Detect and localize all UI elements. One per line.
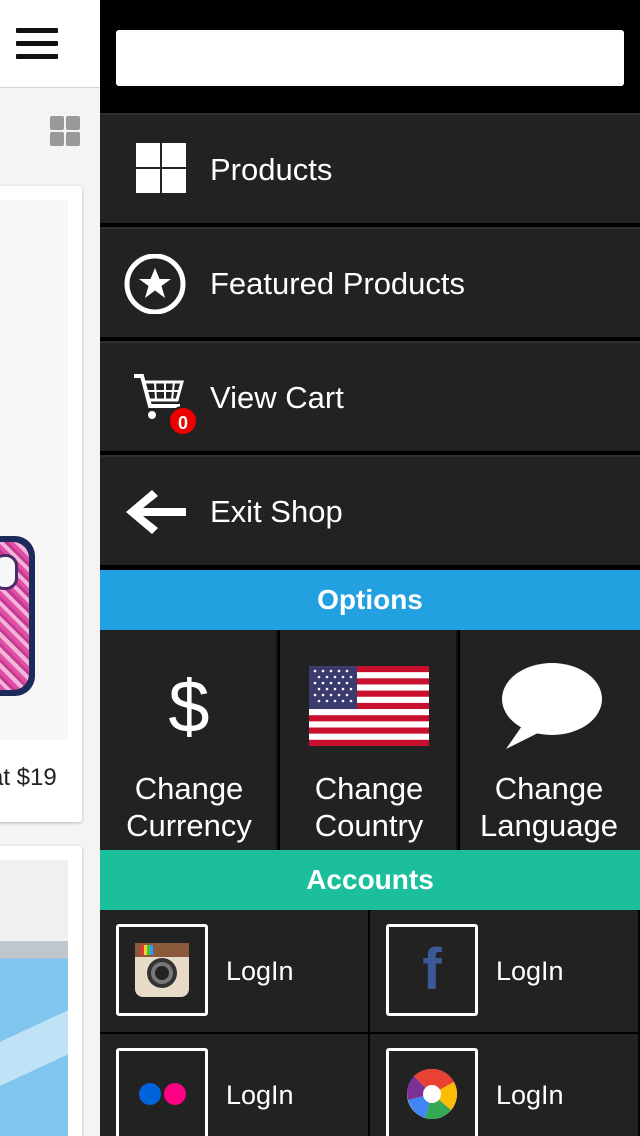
dollar-icon: $ xyxy=(168,664,210,748)
instagram-icon xyxy=(116,924,208,1016)
top-bar xyxy=(0,0,100,88)
option-label: Change Country xyxy=(314,771,424,843)
grid-icon xyxy=(122,140,186,200)
grid-view-icon[interactable] xyxy=(50,116,80,146)
picasa-login-button[interactable]: LogIn xyxy=(370,1034,638,1136)
product-card[interactable] xyxy=(0,846,82,1136)
login-label: LogIn xyxy=(226,1080,294,1110)
login-label: LogIn xyxy=(496,1080,564,1110)
options-header: Options xyxy=(100,570,640,630)
menu-item-label: Featured Products xyxy=(210,266,466,301)
menu-item-products[interactable]: Products xyxy=(100,113,640,223)
background-page: at $19 xyxy=(0,0,100,1136)
flickr-login-button[interactable]: LogIn xyxy=(100,1034,368,1136)
product-price: at $19 xyxy=(0,764,57,791)
menu-item-view-cart[interactable]: 0 View Cart xyxy=(100,341,640,451)
hamburger-menu-icon[interactable] xyxy=(16,28,58,62)
product-image xyxy=(0,860,68,1136)
menu-item-label: Exit Shop xyxy=(210,494,343,529)
flickr-icon xyxy=(116,1048,208,1136)
change-currency-button[interactable]: $ Change Currency xyxy=(100,630,278,850)
cart-count-badge: 0 xyxy=(168,406,198,436)
search-input[interactable] xyxy=(116,30,624,86)
change-country-button[interactable]: Change Country xyxy=(280,630,458,850)
option-label: Change Currency xyxy=(126,771,252,843)
login-label: LogIn xyxy=(226,956,294,986)
instagram-login-button[interactable]: LogIn xyxy=(100,910,368,1032)
facebook-icon: f xyxy=(386,924,478,1016)
cart-icon: 0 xyxy=(122,368,198,436)
menu-item-label: View Cart xyxy=(210,380,344,415)
product-card[interactable]: at $19 xyxy=(0,186,82,822)
menu-item-label: Products xyxy=(210,152,333,187)
menu-item-exit-shop[interactable]: Exit Shop xyxy=(100,455,640,565)
side-drawer: Products Featured Products 0 View Cart E… xyxy=(100,0,640,1136)
option-label: Change Language xyxy=(480,771,618,843)
speech-bubble-icon xyxy=(460,663,638,749)
product-image xyxy=(0,200,68,740)
change-language-button[interactable]: Change Language xyxy=(460,630,640,850)
facebook-login-button[interactable]: f LogIn xyxy=(370,910,638,1032)
phone-case-image xyxy=(0,536,35,696)
accounts-header: Accounts xyxy=(100,850,640,910)
us-flag-icon xyxy=(280,664,458,748)
star-circle-icon xyxy=(122,253,186,315)
picasa-icon xyxy=(386,1048,478,1136)
arrow-left-icon xyxy=(122,482,188,542)
login-label: LogIn xyxy=(496,956,564,986)
menu-item-featured-products[interactable]: Featured Products xyxy=(100,227,640,337)
